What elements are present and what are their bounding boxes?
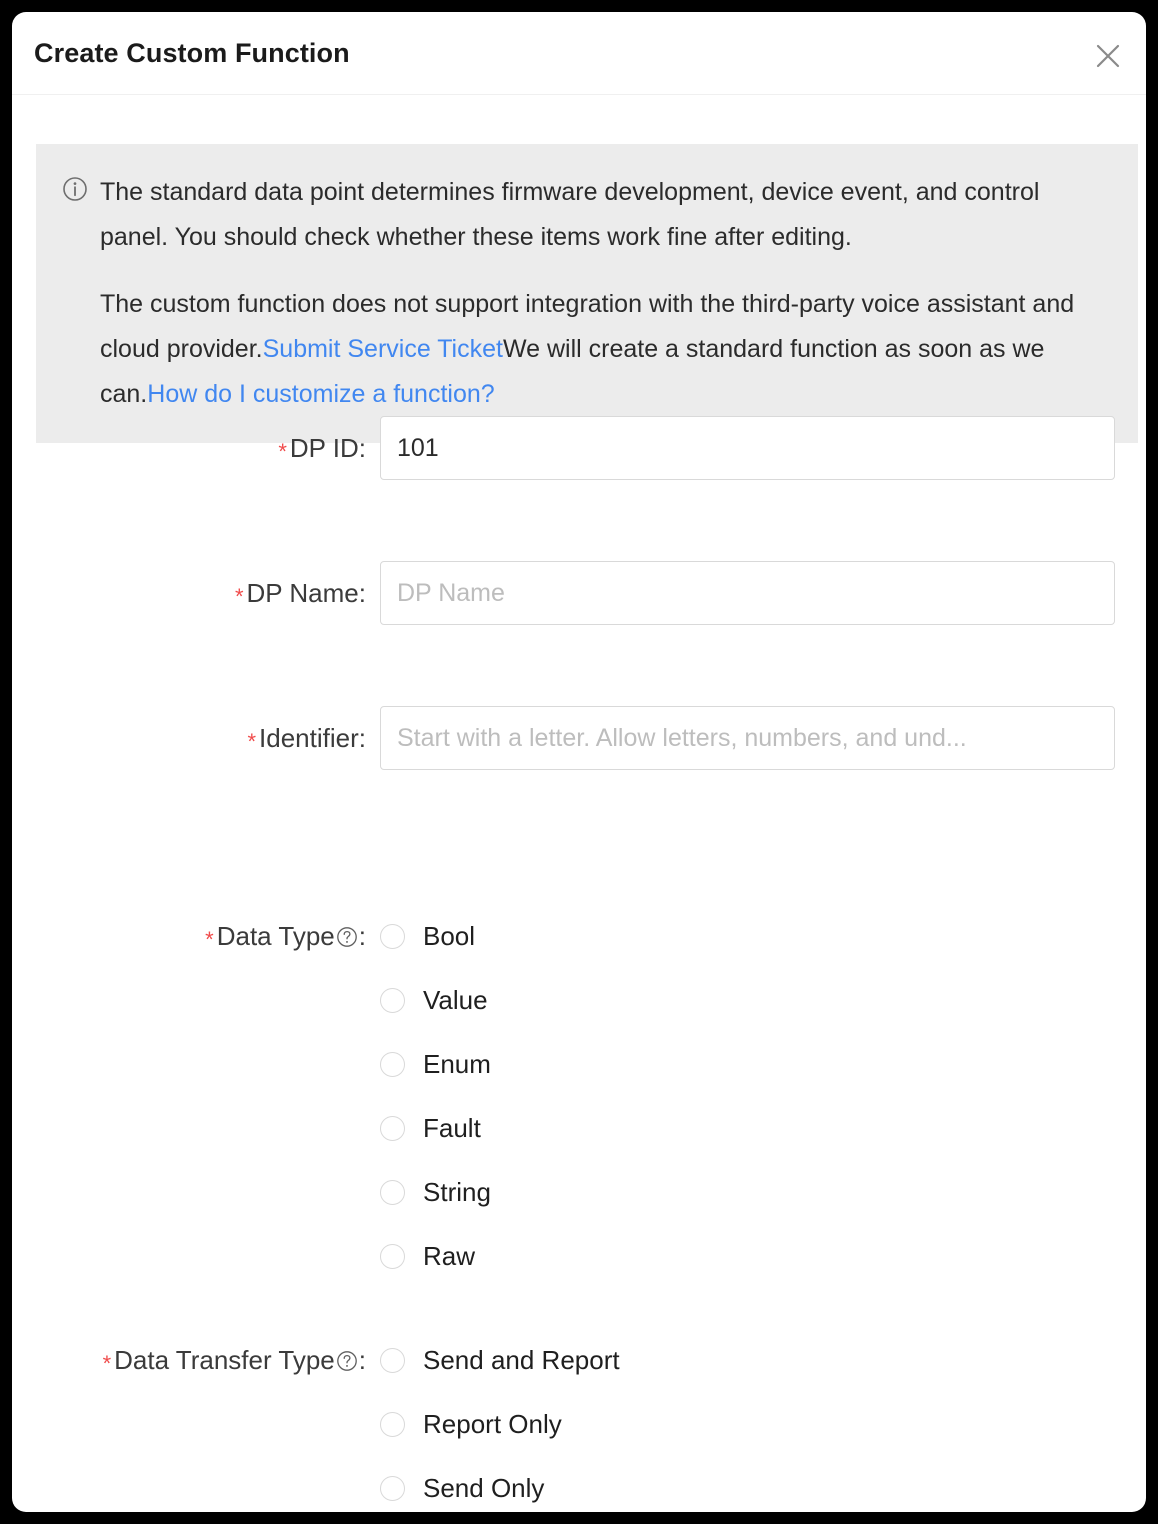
data-type-label: * Data Type: [12,904,380,970]
dp-id-input[interactable] [380,416,1115,480]
required-marker: * [234,584,244,609]
radio-circle-icon [380,1347,405,1373]
data-transfer-type-radio-group: Send and Report Report Only Send Only [380,1328,1115,1512]
identifier-input[interactable] [380,706,1115,770]
radio-label: Send and Report [423,1345,620,1375]
info-circle-icon [62,176,88,202]
info-banner: The standard data point determines firmw… [36,144,1138,443]
form-row-dp-name: * DP Name: [12,561,1146,627]
dp-id-label-colon: : [358,433,366,463]
radio-transfer-send-and-report[interactable]: Send and Report [380,1328,1115,1392]
data-type-label-text: Data Type [216,921,335,951]
question-circle-icon[interactable] [336,1350,358,1372]
radio-circle-icon [380,1475,405,1501]
radio-circle-icon [380,1115,405,1141]
radio-data-type-raw[interactable]: Raw [380,1224,1115,1288]
radio-label: Bool [423,921,476,951]
close-icon[interactable] [1086,34,1130,78]
form-row-dp-id: * DP ID: [12,416,1146,482]
question-circle-icon[interactable] [336,926,358,948]
radio-label: String [423,1177,491,1207]
radio-label: Report Only [423,1409,562,1439]
radio-data-type-fault[interactable]: Fault [380,1096,1115,1160]
data-transfer-type-label-colon: : [358,1345,366,1375]
identifier-label-text: Identifier [259,723,359,753]
dp-id-field-wrap [380,416,1115,480]
radio-data-type-enum[interactable]: Enum [380,1032,1115,1096]
info-paragraph-1: The standard data point determines firmw… [100,178,1040,251]
radio-label: Raw [423,1241,476,1271]
required-marker: * [205,927,214,952]
info-paragraph-2: The custom function does not support int… [100,282,1108,417]
how-to-customize-function-link[interactable]: How do I customize a function? [147,380,494,408]
submit-service-ticket-link[interactable]: Submit Service Ticket [263,335,503,363]
page-title: Create Custom Function [34,38,350,68]
required-marker: * [102,1351,112,1376]
dp-name-input[interactable] [380,561,1115,625]
radio-data-type-bool[interactable]: Bool [380,904,1115,968]
required-marker: * [247,729,257,754]
dp-name-label-colon: : [358,578,366,608]
radio-data-type-string[interactable]: String [380,1160,1115,1224]
data-transfer-type-label: * Data Transfer Type: [12,1328,380,1394]
form-row-data-transfer-type: * Data Transfer Type: Send and Report Rep… [12,1328,1146,1512]
data-type-label-colon: : [358,921,366,951]
radio-circle-icon [380,1051,405,1077]
radio-data-type-value[interactable]: Value [380,968,1115,1032]
radio-circle-icon [380,1411,405,1437]
radio-circle-icon [380,987,405,1013]
screen-backdrop: Create Custom Function The standard data… [0,0,1158,1524]
radio-transfer-report-only[interactable]: Report Only [380,1392,1115,1456]
radio-label: Enum [423,1049,491,1079]
dialog-header: Create Custom Function [12,12,1146,95]
data-transfer-type-label-text: Data Transfer Type [114,1345,335,1375]
dp-id-label: * DP ID: [12,416,380,482]
radio-circle-icon [380,923,405,949]
identifier-label: * Identifier: [12,706,380,772]
radio-transfer-send-only[interactable]: Send Only [380,1456,1115,1512]
radio-circle-icon [380,1179,405,1205]
create-custom-function-dialog: Create Custom Function The standard data… [12,12,1146,1512]
radio-label: Send Only [423,1473,545,1503]
data-type-radio-group: Bool Value Enum Fault String Raw [380,904,1115,1288]
required-marker: * [278,439,287,464]
dp-name-label-text: DP Name [246,578,359,608]
dp-name-field-wrap [380,561,1115,625]
form-row-identifier: * Identifier: [12,706,1146,772]
radio-label: Fault [423,1113,481,1143]
dp-name-label: * DP Name: [12,561,380,627]
radio-label: Value [423,985,488,1015]
identifier-label-colon: : [358,723,366,753]
radio-circle-icon [380,1243,405,1269]
identifier-field-wrap [380,706,1115,770]
dp-id-label-text: DP ID [289,433,359,463]
form-row-data-type: * Data Type: Bool Value Enum Fault Strin… [12,904,1146,1288]
